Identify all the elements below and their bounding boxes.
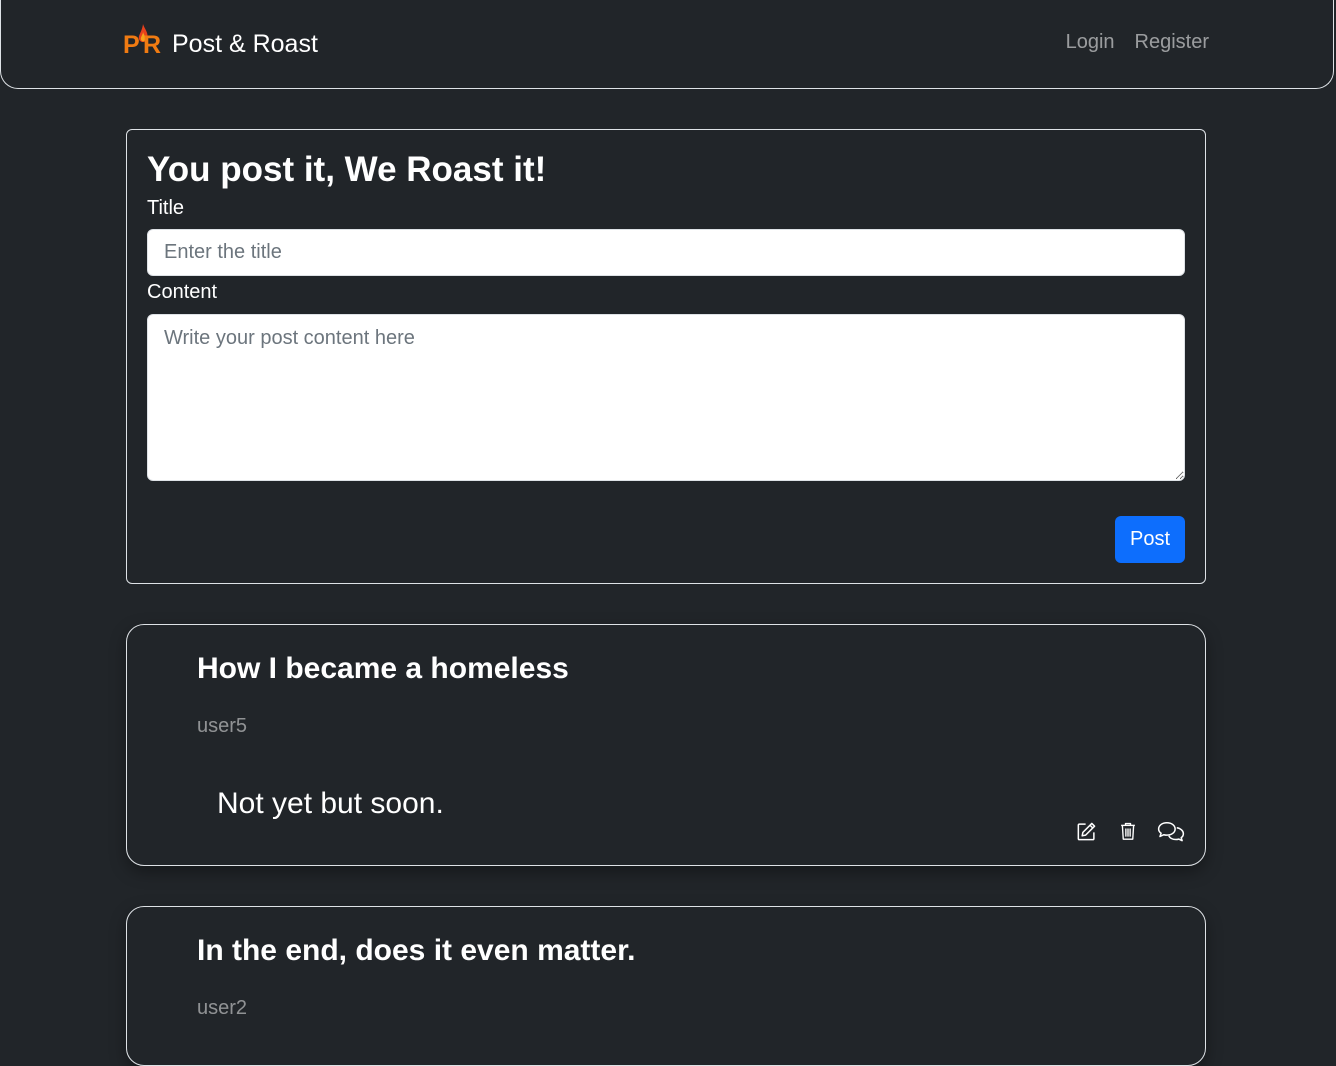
login-link[interactable]: Login — [1066, 31, 1115, 54]
brand-logo: P R — [123, 24, 163, 64]
post-author: user2 — [197, 997, 248, 1019]
brand-name: Post & Roast — [172, 30, 318, 58]
content-label: Content — [147, 281, 218, 303]
post-card: In the end, does it even matter. user2 — [126, 906, 1206, 1066]
trash-icon[interactable] — [1116, 819, 1140, 843]
title-label: Title — [147, 197, 185, 219]
brand-logo-p: P — [123, 31, 140, 59]
post-author: user5 — [197, 715, 248, 737]
content-textarea[interactable] — [147, 314, 1185, 481]
post-title: How I became a homeless — [197, 652, 569, 685]
new-post-form: You post it, We Roast it! Title Content … — [126, 129, 1206, 584]
comments-icon[interactable] — [1157, 819, 1185, 843]
post-button[interactable]: Post — [1115, 516, 1185, 563]
brand-link[interactable]: P R Post & Roast — [123, 20, 318, 68]
nav-links: Login Register — [1066, 31, 1209, 54]
register-link[interactable]: Register — [1135, 31, 1209, 54]
navbar: P R Post & Roast Login Register — [0, 0, 1334, 89]
form-heading: You post it, We Roast it! — [147, 150, 547, 189]
brand-logo-r: R — [143, 31, 162, 59]
post-actions — [1075, 819, 1185, 843]
edit-icon[interactable] — [1075, 819, 1099, 843]
title-input[interactable] — [147, 229, 1185, 276]
post-body: Not yet but soon. — [217, 787, 444, 820]
post-title: In the end, does it even matter. — [197, 934, 636, 967]
post-card: How I became a homeless user5 Not yet bu… — [126, 624, 1206, 866]
